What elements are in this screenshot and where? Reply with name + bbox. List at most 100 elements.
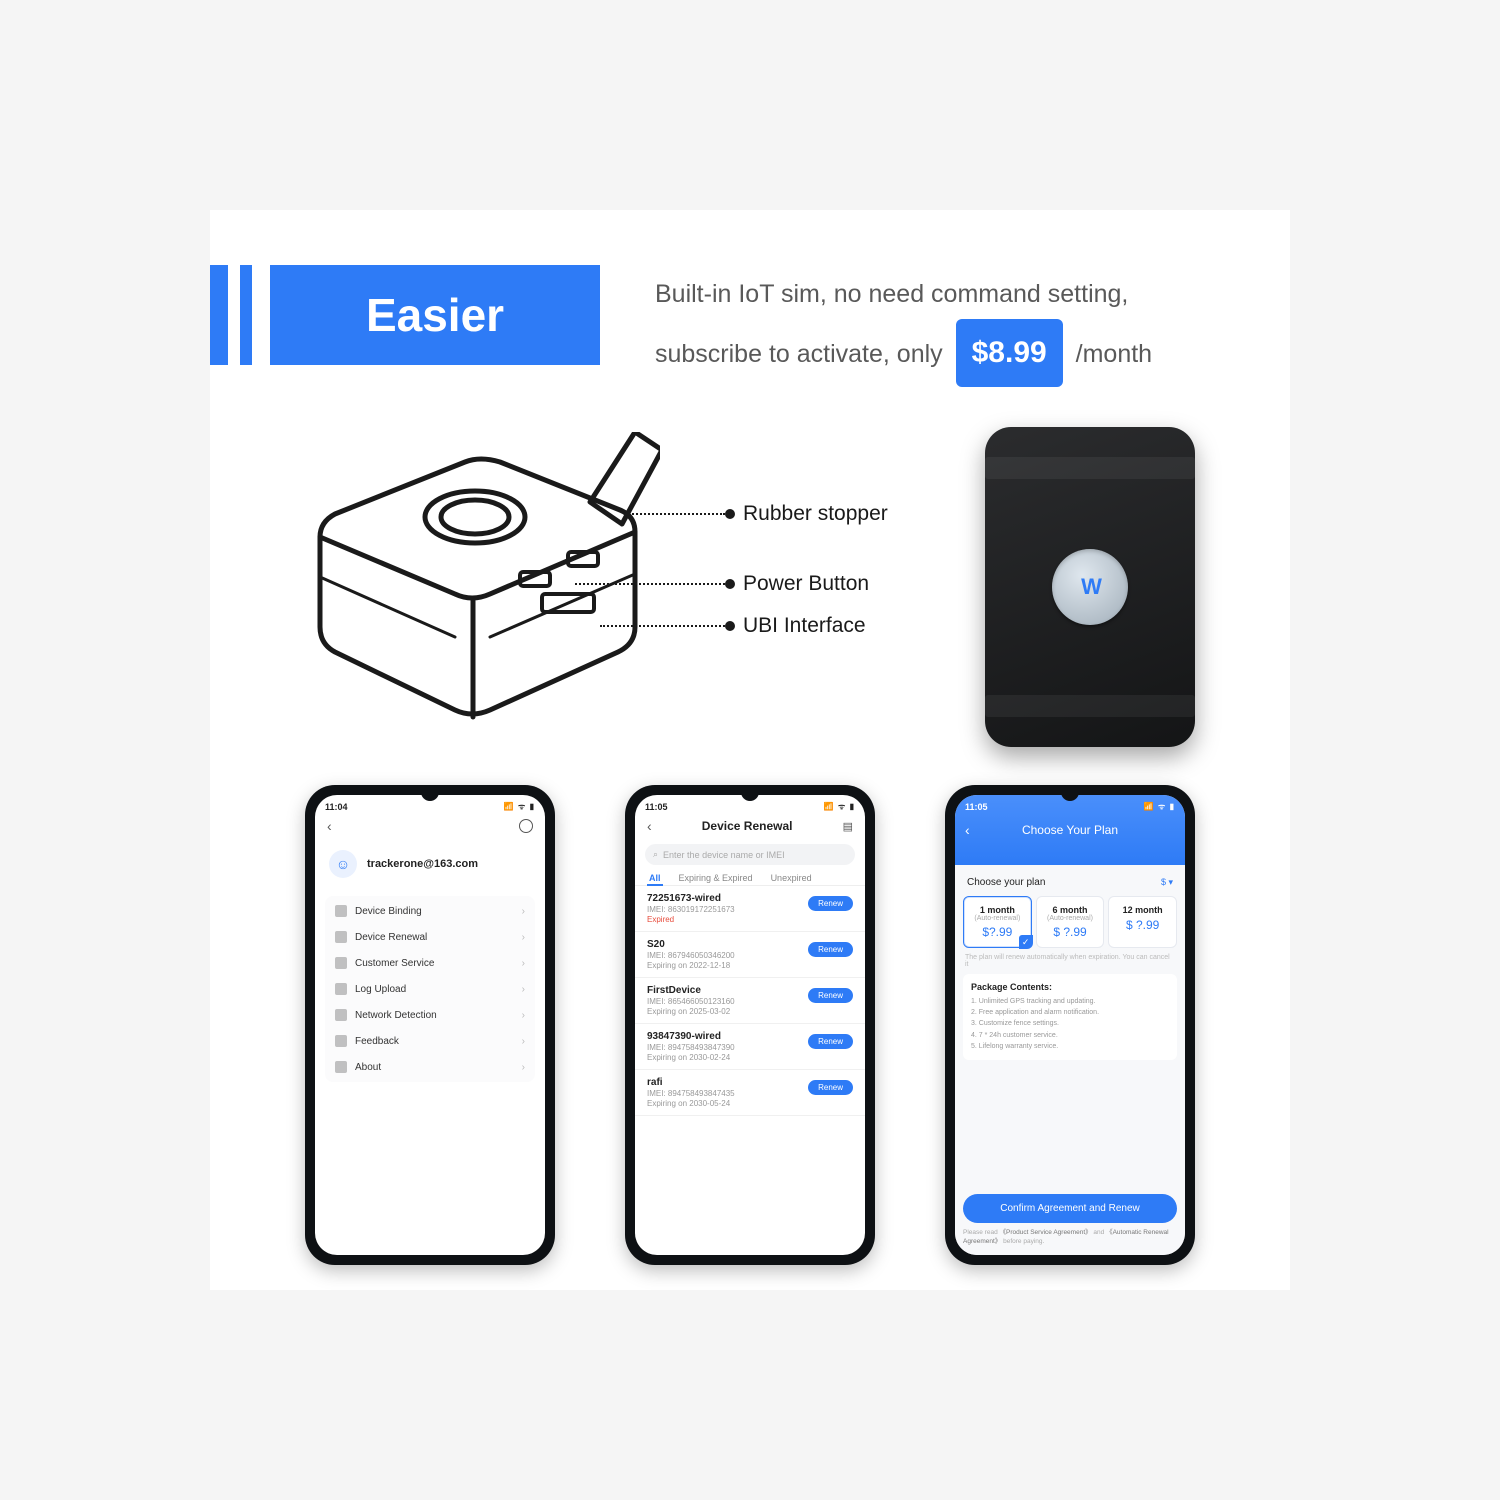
status-time: 11:05: [645, 802, 668, 812]
package-title: Package Contents:: [971, 982, 1169, 992]
search-input[interactable]: ⌕ Enter the device name or IMEI: [645, 844, 855, 865]
settings-item[interactable]: Network Detection›: [325, 1002, 535, 1028]
chevron-right-icon: ›: [522, 906, 525, 917]
tab-all[interactable]: All: [649, 873, 661, 883]
plan-options: 1 month(Auto-renewal)$?.996 month(Auto-r…: [963, 896, 1177, 948]
decor-stripe: [240, 265, 252, 365]
scan-icon[interactable]: ▤: [843, 820, 853, 833]
dot-icon: [725, 621, 735, 631]
device-logo-icon: W: [1052, 549, 1128, 625]
device-row: 72251673-wired IMEI: 863019172251673 Exp…: [635, 886, 865, 932]
renew-button[interactable]: Renew: [808, 1080, 853, 1095]
desc-line-1: Built-in IoT sim, no need command settin…: [655, 269, 1152, 319]
headline-desc: Built-in IoT sim, no need command settin…: [655, 265, 1152, 387]
back-icon[interactable]: ‹: [965, 822, 970, 838]
back-icon[interactable]: ‹: [647, 818, 652, 834]
device-status: Expiring on 2030-05-24: [647, 1099, 853, 1108]
device-diagram: Rubber stopper Power Button UBI Interfac…: [235, 432, 955, 742]
menu-icon: [335, 1035, 347, 1047]
settings-item[interactable]: Log Upload›: [325, 976, 535, 1002]
device-section: Rubber stopper Power Button UBI Interfac…: [210, 427, 1290, 747]
menu-icon: [335, 931, 347, 943]
dot-icon: [725, 579, 735, 589]
menu-icon: [335, 1061, 347, 1073]
settings-item[interactable]: Customer Service›: [325, 950, 535, 976]
phone-mock-settings: 11:04 📶 ᯤ ▮ ‹ ☺ trackerone@163.com Devic…: [305, 785, 555, 1265]
chevron-right-icon: ›: [522, 984, 525, 995]
status-icons: 📶 ᯤ ▮: [1144, 801, 1175, 812]
price-pill: $8.99: [956, 319, 1063, 387]
page-title: Device Renewal: [702, 819, 793, 833]
page-title: Choose Your Plan: [1022, 823, 1118, 837]
diagram-label: Power Button: [575, 572, 869, 596]
settings-item[interactable]: Device Renewal›: [325, 924, 535, 950]
gear-icon[interactable]: [519, 819, 533, 833]
currency-toggle[interactable]: $ ▾: [1161, 877, 1173, 888]
desc-line-2: subscribe to activate, only $8.99 /month: [655, 319, 1152, 387]
menu-icon: [335, 983, 347, 995]
disclaimer: Please read 《Product Service Agreement》 …: [963, 1228, 1177, 1248]
device-status: Expiring on 2022-12-18: [647, 961, 853, 970]
menu-icon: [335, 957, 347, 969]
search-icon: ⌕: [653, 849, 658, 860]
account-email: trackerone@163.com: [367, 858, 478, 870]
filter-tabs: All Expiring & Expired Unexpired: [635, 871, 865, 886]
status-icons: 📶 ᯤ ▮: [824, 801, 855, 812]
section-label: Choose your plan: [967, 877, 1045, 888]
status-time: 11:05: [965, 802, 988, 812]
device-photo: W: [985, 427, 1195, 747]
renew-button[interactable]: Renew: [808, 1034, 853, 1049]
avatar-icon: ☺: [329, 850, 357, 878]
plan-banner: 11:05 📶 ᯤ ▮ ‹ Choose Your Plan: [955, 795, 1185, 865]
account-row[interactable]: ☺ trackerone@163.com: [315, 838, 545, 890]
plan-option[interactable]: 6 month(Auto-renewal)$ ?.99: [1036, 896, 1105, 948]
decor-stripe: [210, 265, 228, 365]
headline-badge: Easier: [270, 265, 600, 365]
tab-unexpired[interactable]: Unexpired: [771, 873, 812, 883]
confirm-button[interactable]: Confirm Agreement and Renew: [963, 1194, 1177, 1223]
phone-mock-plan: 11:05 📶 ᯤ ▮ ‹ Choose Your Plan Choose yo…: [945, 785, 1195, 1265]
menu-icon: [335, 1009, 347, 1021]
device-status: Expiring on 2025-03-02: [647, 1007, 853, 1016]
dot-icon: [725, 509, 735, 519]
package-item: 4. 7 * 24h customer service.: [971, 1030, 1169, 1041]
chevron-right-icon: ›: [522, 958, 525, 969]
chevron-right-icon: ›: [522, 932, 525, 943]
chevron-right-icon: ›: [522, 1036, 525, 1047]
package-contents: Package Contents: 1. Unlimited GPS track…: [963, 974, 1177, 1060]
settings-item[interactable]: Device Binding›: [325, 898, 535, 924]
plan-note: The plan will renew automatically when e…: [965, 954, 1175, 968]
phone-mock-renewal: 11:05 📶 ᯤ ▮ ‹ Device Renewal ▤ ⌕ Enter t…: [625, 785, 875, 1265]
tab-expiring[interactable]: Expiring & Expired: [679, 873, 753, 883]
renew-button[interactable]: Renew: [808, 988, 853, 1003]
plan-option[interactable]: 1 month(Auto-renewal)$?.99: [963, 896, 1032, 948]
status-time: 11:04: [325, 802, 348, 812]
chevron-right-icon: ›: [522, 1010, 525, 1021]
plan-option[interactable]: 12 month$ ?.99: [1108, 896, 1177, 948]
device-row: FirstDevice IMEI: 865466050123160 Expiri…: [635, 978, 865, 1024]
package-item: 2. Free application and alarm notificati…: [971, 1007, 1169, 1018]
package-item: 1. Unlimited GPS tracking and updating.: [971, 996, 1169, 1007]
settings-list: Device Binding›Device Renewal›Customer S…: [325, 896, 535, 1082]
device-row: rafi IMEI: 894758493847435 Expiring on 2…: [635, 1070, 865, 1116]
device-row: 93847390-wired IMEI: 894758493847390 Exp…: [635, 1024, 865, 1070]
headline-title: Easier: [366, 288, 504, 342]
phone-screenshots: 11:04 📶 ᯤ ▮ ‹ ☺ trackerone@163.com Devic…: [210, 785, 1290, 1265]
renew-button[interactable]: Renew: [808, 942, 853, 957]
package-item: 3. Customize fence settings.: [971, 1018, 1169, 1029]
device-row: S20 IMEI: 867946050346200 Expiring on 20…: [635, 932, 865, 978]
back-icon[interactable]: ‹: [327, 818, 332, 834]
device-list: 72251673-wired IMEI: 863019172251673 Exp…: [635, 886, 865, 1116]
settings-item[interactable]: About›: [325, 1054, 535, 1080]
renew-button[interactable]: Renew: [808, 896, 853, 911]
header: Easier Built-in IoT sim, no need command…: [210, 210, 1290, 387]
package-item: 5. Lifelong warranty service.: [971, 1041, 1169, 1052]
diagram-label: UBI Interface: [600, 614, 866, 638]
menu-icon: [335, 905, 347, 917]
settings-item[interactable]: Feedback›: [325, 1028, 535, 1054]
chevron-right-icon: ›: [522, 1062, 525, 1073]
marketing-card: Easier Built-in IoT sim, no need command…: [210, 210, 1290, 1290]
status-icons: 📶 ᯤ ▮: [504, 801, 535, 812]
device-status: Expired: [647, 915, 853, 924]
diagram-label: Rubber stopper: [625, 502, 888, 526]
